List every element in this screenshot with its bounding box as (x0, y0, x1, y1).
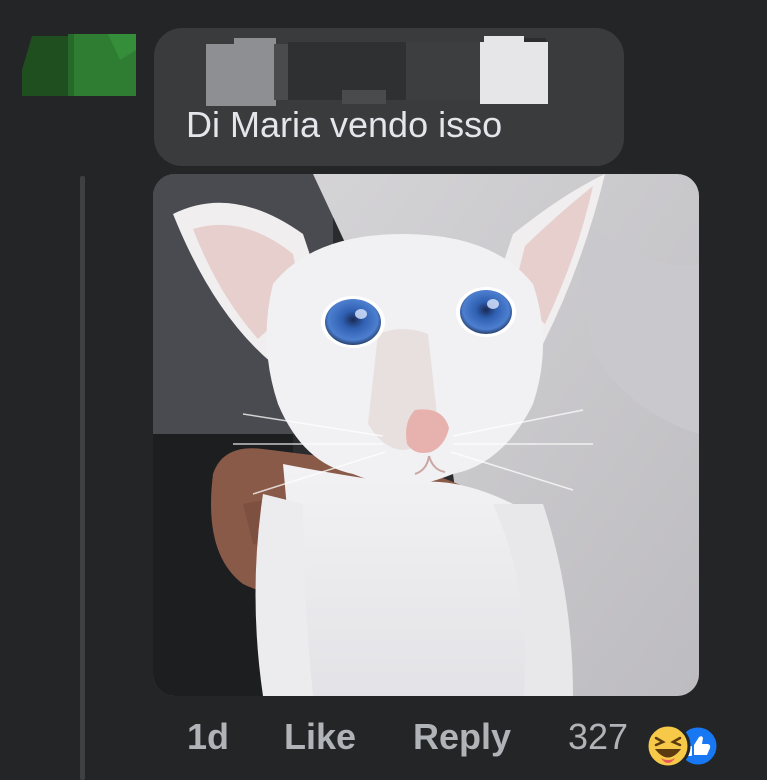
like-button[interactable]: Like (284, 716, 356, 758)
reaction-count[interactable]: 327 (568, 716, 628, 758)
comment-text: Di Maria vendo isso (186, 104, 503, 145)
timestamp[interactable]: 1d (187, 716, 229, 758)
comment-actions: 1d Like Reply 327 (0, 712, 767, 769)
cat-photo[interactable] (153, 174, 699, 696)
reactions-summary[interactable] (644, 722, 734, 772)
comment-thread: Di Maria vendo isso 1d Like Reply 327 (0, 0, 767, 780)
reply-thread-line (80, 176, 85, 780)
reply-button[interactable]: Reply (413, 716, 511, 758)
haha-icon (645, 723, 691, 769)
avatar[interactable] (22, 30, 138, 96)
comment-bubble: Di Maria vendo isso (154, 28, 624, 166)
redacted-author-name (206, 36, 548, 106)
